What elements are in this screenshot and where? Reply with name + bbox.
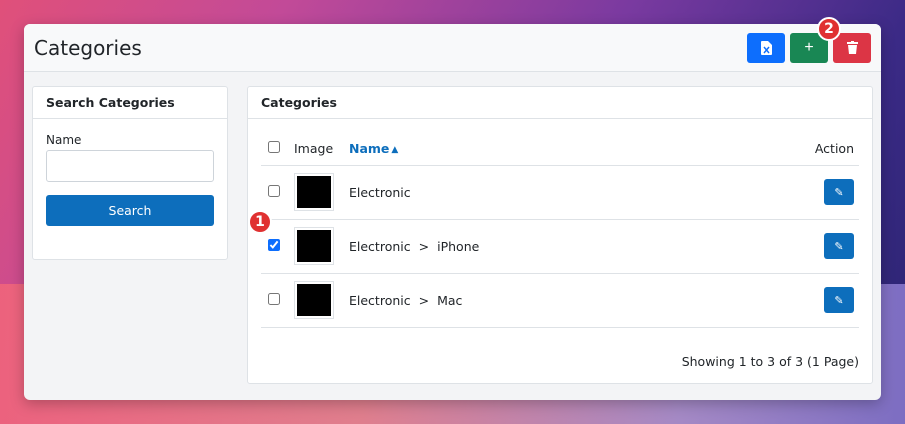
search-panel-heading: Search Categories	[33, 87, 227, 119]
table-row: Electronic ✎	[261, 165, 859, 219]
column-action: Action	[814, 140, 854, 156]
edit-button[interactable]: ✎	[824, 287, 854, 313]
category-name-text: Mac	[437, 292, 463, 308]
categories-table: Image Name ▲ Action Electronic ✎ Electro…	[261, 132, 859, 328]
pagination-summary: Showing 1 to 3 of 3 (1 Page)	[681, 354, 859, 369]
category-parent-text: Electronic	[349, 292, 411, 308]
apple-logo-icon	[297, 230, 331, 262]
pencil-square-icon: ✎	[834, 186, 844, 199]
file-excel-icon	[760, 40, 772, 55]
categories-panel: Categories Image Name ▲ Action Electronic	[247, 86, 873, 384]
apple-logo-icon	[297, 284, 331, 316]
delete-button[interactable]	[833, 32, 871, 63]
table-header-row: Image Name ▲ Action	[261, 132, 859, 165]
select-all-checkbox[interactable]	[268, 140, 280, 153]
category-image	[294, 227, 334, 265]
annotation-badge-2: 2	[817, 17, 841, 41]
name-sort-link[interactable]: Name	[349, 141, 389, 156]
breadcrumb-separator: >	[418, 292, 430, 308]
page-title: Categories	[34, 35, 142, 60]
sort-ascending-icon: ▲	[391, 144, 399, 155]
categories-panel-heading: Categories	[248, 87, 872, 119]
category-name: Electronic > Mac	[349, 273, 730, 327]
category-parent-text: Electronic	[349, 238, 411, 254]
pencil-square-icon: ✎	[834, 294, 844, 307]
edit-button[interactable]: ✎	[824, 233, 854, 259]
category-name: Electronic > iPhone	[349, 219, 730, 273]
header-actions: +	[747, 32, 871, 63]
annotation-badge-1: 1	[248, 210, 272, 234]
column-name[interactable]: Name ▲	[349, 132, 730, 165]
row-checkbox[interactable]	[268, 184, 280, 197]
category-name-text: iPhone	[437, 238, 480, 254]
column-image: Image	[294, 140, 334, 156]
name-field-label: Name	[46, 133, 82, 147]
plus-icon: +	[804, 38, 814, 56]
trash-icon	[846, 41, 858, 54]
app-window: Categories + Search Categories Name Sear…	[24, 24, 881, 400]
pencil-square-icon: ✎	[834, 240, 844, 253]
name-search-input[interactable]	[46, 150, 214, 182]
category-name: Electronic	[349, 165, 730, 219]
table-row: Electronic > Mac ✎	[261, 273, 859, 327]
category-image	[294, 173, 334, 211]
breadcrumb-separator: >	[418, 238, 430, 254]
table-row: Electronic > iPhone ✎	[261, 219, 859, 273]
search-button[interactable]: Search	[46, 195, 214, 226]
row-checkbox[interactable]	[268, 292, 280, 305]
row-checkbox[interactable]	[268, 238, 280, 251]
export-button[interactable]	[747, 32, 785, 63]
page-header: Categories +	[24, 24, 881, 72]
category-image	[294, 281, 334, 319]
edit-button[interactable]: ✎	[824, 179, 854, 205]
category-name-text: Electronic	[349, 184, 411, 200]
apple-logo-icon	[297, 176, 331, 208]
search-panel: Search Categories Name Search	[32, 86, 228, 260]
